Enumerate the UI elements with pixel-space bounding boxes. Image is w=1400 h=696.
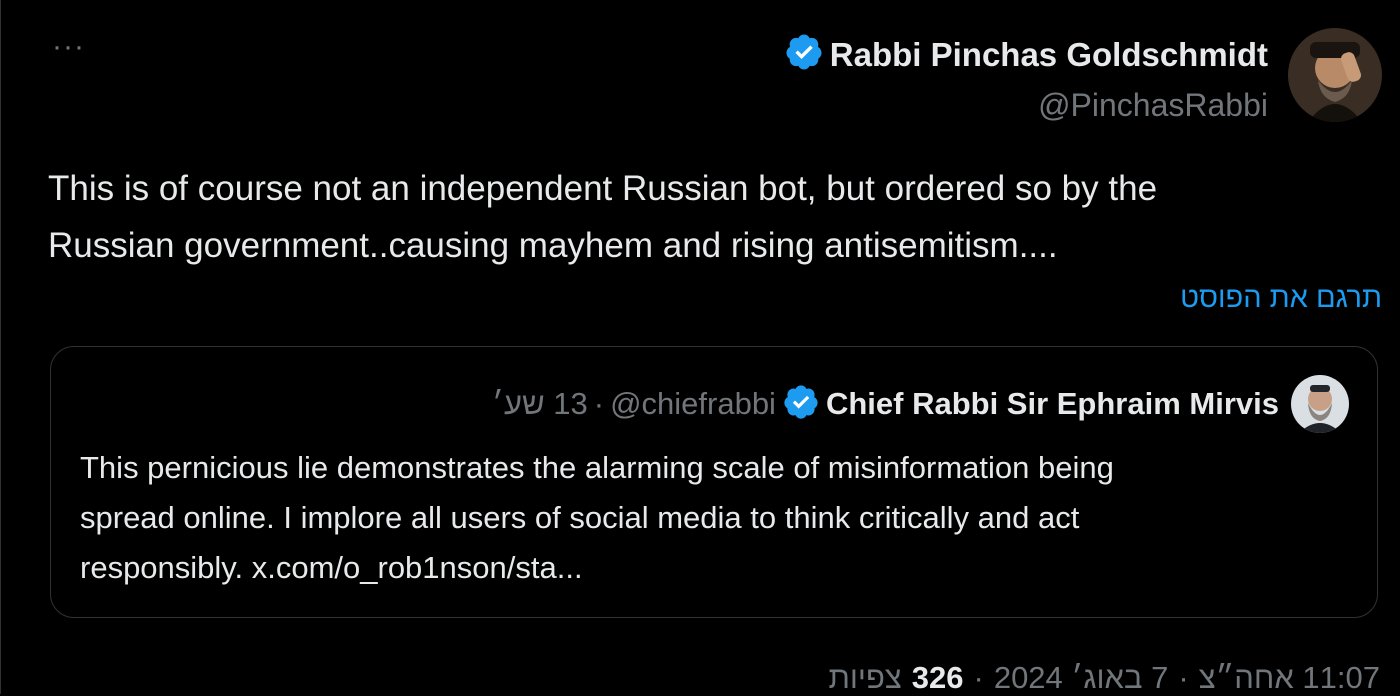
author-handle-link[interactable]: @PinchasRabbi	[1038, 87, 1268, 124]
quoted-tweet-text-line: spread online. I implore all users of so…	[80, 500, 1080, 535]
tweet-meta: 11:07 אחה״צ · 7 באוג׳ 2024 · 326 צפיות	[828, 660, 1380, 696]
quoted-tweet-separator: ·	[593, 386, 605, 421]
quoted-tweet-text: This pernicious lie demonstrates the ala…	[80, 443, 1350, 593]
quoted-tweet-time[interactable]: 13 שע׳	[492, 386, 588, 422]
meta-separator: ·	[1178, 660, 1189, 695]
tweet-text: This is of course not an independent Rus…	[48, 160, 1368, 274]
quoted-tweet-handle: @chiefrabbi	[610, 386, 776, 421]
tweet-timestamp[interactable]: 11:07 אחה״צ	[1199, 660, 1380, 696]
views-label: צפיות	[828, 660, 902, 695]
author-avatar[interactable]	[1288, 28, 1382, 122]
translate-post-link[interactable]: תרגם את הפוסט	[1180, 282, 1382, 315]
more-horizontal-icon: ···	[52, 30, 85, 63]
quoted-tweet-text-line: responsibly. x.com/o_rob1nson/sta...	[80, 550, 583, 585]
author-name-link[interactable]: Rabbi Pinchas Goldschmidt	[830, 36, 1268, 74]
views-count: 326	[911, 660, 964, 695]
tweet-text-line: Russian government..causing mayhem and r…	[48, 226, 1058, 265]
quoted-tweet-text-line: This pernicious lie demonstrates the ala…	[80, 450, 1114, 485]
timeline-border	[0, 0, 1, 694]
tweet-date[interactable]: 7 באוג׳ 2024	[994, 660, 1169, 696]
verified-badge-icon	[782, 383, 820, 426]
meta-separator: ·	[973, 660, 984, 695]
verified-badge-icon	[784, 32, 824, 77]
quoted-tweet[interactable]: 13 שע׳ · @chiefrabbi Chief Rabbi Sir Eph…	[50, 346, 1378, 618]
tweet-author: Rabbi Pinchas Goldschmidt @PinchasRabbi	[784, 32, 1268, 124]
quoted-tweet-avatar	[1291, 375, 1349, 433]
tweet-text-line: This is of course not an independent Rus…	[48, 169, 1158, 208]
more-options-button[interactable]: ···	[52, 32, 90, 70]
quoted-tweet-author-name: Chief Rabbi Sir Ephraim Mirvis	[825, 386, 1279, 421]
quoted-tweet-header: 13 שע׳ · @chiefrabbi Chief Rabbi Sir Eph…	[492, 375, 1349, 433]
